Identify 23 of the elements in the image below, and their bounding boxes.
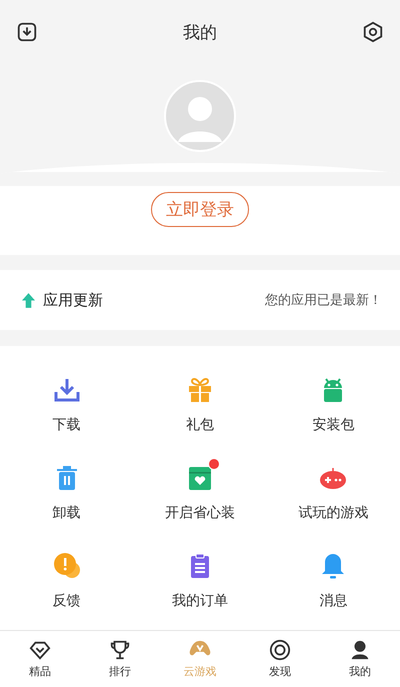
arrow-up-icon xyxy=(22,292,35,308)
tool-label[interactable]: 开启省心装 xyxy=(164,504,235,522)
tool-label[interactable]: 卸载 xyxy=(52,504,81,522)
tab[interactable]: 我的 xyxy=(320,630,400,687)
download-icon[interactable] xyxy=(16,21,38,43)
tool-label[interactable]: 消息 xyxy=(319,592,348,610)
update-status: 您的应用已是最新！ xyxy=(265,292,382,310)
update-label[interactable]: 应用更新 xyxy=(43,290,265,310)
tab[interactable]: 排行 xyxy=(80,630,160,687)
tab[interactable]: 发现 xyxy=(240,630,320,687)
tool-label[interactable]: 试玩的游戏 xyxy=(298,504,368,522)
tool-label[interactable]: 下载 xyxy=(52,416,81,434)
feedback-icon[interactable] xyxy=(52,552,81,580)
trophy-icon xyxy=(109,638,131,661)
tool-label[interactable]: 反馈 xyxy=(52,592,81,610)
target-icon xyxy=(269,638,291,661)
person-icon xyxy=(349,638,371,661)
tool-label[interactable]: 安装包 xyxy=(312,416,354,434)
tool-label[interactable]: 我的订单 xyxy=(172,592,228,610)
tool-label[interactable]: 礼包 xyxy=(186,416,214,434)
settings-icon[interactable] xyxy=(362,21,384,43)
page-title: 我的 xyxy=(183,22,217,44)
tab[interactable]: 精品 xyxy=(0,630,80,687)
